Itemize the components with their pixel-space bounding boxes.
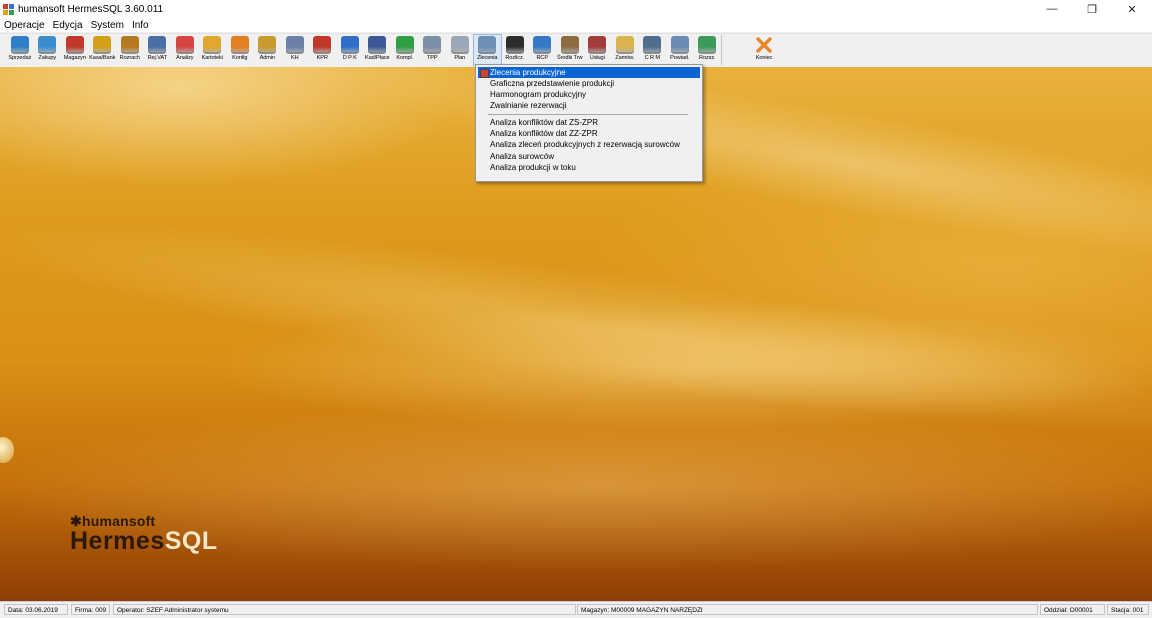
toolbar-button-label: Magazyn bbox=[63, 55, 86, 61]
zlecenia-dropdown-menu: Zlecenia produkcyjne Graficzna przedstaw… bbox=[475, 64, 703, 182]
toolbar-button-label: C R M bbox=[644, 55, 660, 61]
toolbar-button-label: Sprzedaż bbox=[8, 55, 32, 61]
globe-icon bbox=[698, 36, 717, 54]
abacus-icon bbox=[120, 36, 139, 54]
toolbar-button-label: Rej.VAT bbox=[147, 55, 167, 61]
status-bar: Data: 03.06.2019 Firma: 009 Operator: SZ… bbox=[0, 601, 1152, 618]
pie-chart-icon bbox=[175, 36, 194, 54]
cart-icon bbox=[38, 36, 57, 54]
toolbar-button-analizy[interactable]: Analizy bbox=[171, 35, 199, 65]
menu-item-konflikty-zz[interactable]: Analiza konfliktów dat ZZ-ZPR bbox=[478, 128, 700, 139]
production-icon bbox=[478, 36, 497, 54]
menu-item-zwalnianie[interactable]: Zwalnianie rezerwacji bbox=[478, 100, 700, 111]
fixed-assets-icon bbox=[560, 36, 579, 54]
status-firm: Firma: 009 bbox=[71, 604, 110, 615]
toolbar-button-magazyn[interactable]: Magazyn bbox=[61, 35, 89, 65]
menu-item-analiza-surowcow[interactable]: Analiza surowców bbox=[478, 151, 700, 162]
toolbar-button-usługi[interactable]: Usługi bbox=[584, 35, 612, 65]
tpp-icon bbox=[423, 36, 442, 54]
toolbar-button-label: Zamów. bbox=[615, 55, 635, 61]
clipboard-icon bbox=[615, 36, 634, 54]
app-logo-icon bbox=[3, 3, 14, 15]
kh-icon bbox=[285, 36, 304, 54]
toolbar-button-kh[interactable]: KH bbox=[281, 35, 309, 65]
toolbar-button-label: Analizy bbox=[176, 55, 194, 61]
toolbar-button-label: Usługi bbox=[589, 55, 605, 61]
menu-item-konflikty-zs[interactable]: Analiza konfliktów dat ZS-ZPR bbox=[478, 117, 700, 128]
toolbar-button-konfig[interactable]: Konfig bbox=[226, 35, 254, 65]
brand-logo: ✱humansoft HermesSQL bbox=[70, 513, 218, 556]
kpr-icon bbox=[313, 36, 332, 54]
side-handle[interactable] bbox=[0, 437, 14, 463]
status-operator: Operator: SZEF Administrator systemu bbox=[113, 604, 576, 615]
restore-button[interactable]: ❐ bbox=[1072, 0, 1112, 18]
forklift-icon bbox=[65, 36, 84, 54]
toolbar-button-powiad[interactable]: Powiad. bbox=[666, 35, 694, 65]
toolbar-button-zakupy[interactable]: Zakupy bbox=[34, 35, 62, 65]
menu-operacje[interactable]: Operacje bbox=[0, 20, 49, 31]
toolbar-button-zamów[interactable]: Zamów. bbox=[611, 35, 639, 65]
production-order-icon bbox=[480, 69, 489, 78]
sales-icon bbox=[10, 36, 29, 54]
exit-x-icon bbox=[755, 36, 773, 54]
toolbar-button-label: RCP bbox=[536, 55, 548, 61]
toolbar-button-label: Kasa/Bank bbox=[89, 55, 116, 61]
status-station: Stacja: 001 bbox=[1107, 604, 1149, 615]
toolbar-button-label: Rozsz. bbox=[699, 55, 716, 61]
close-button[interactable]: ✕ bbox=[1112, 0, 1152, 18]
status-branch: Oddział: O00001 bbox=[1040, 604, 1105, 615]
gear-icon bbox=[230, 36, 249, 54]
puzzle-icon bbox=[340, 36, 359, 54]
toolbar-button-label: Zakupy bbox=[38, 55, 57, 61]
menu-item-produkcja-w-toku[interactable]: Analiza produkcji w toku bbox=[478, 162, 700, 173]
toolbar-button-środki-trw[interactable]: Środki Trw bbox=[556, 35, 584, 65]
toolbar-button-sprzedaż[interactable]: Sprzedaż bbox=[6, 35, 34, 65]
menu-item-graficzna[interactable]: Graficzna przedstawienie produkcji bbox=[478, 78, 700, 89]
menu-item-analiza-zlecen[interactable]: Analiza zleceń produkcyjnych z rezerwacj… bbox=[478, 139, 700, 150]
checkered-flag-icon bbox=[505, 36, 524, 54]
vat-icon bbox=[148, 36, 167, 54]
toolbar-button-label: Środki Trw bbox=[557, 55, 583, 61]
toolbar-button-c-r-m[interactable]: C R M bbox=[639, 35, 667, 65]
toolbar-button-admin[interactable]: Admin bbox=[254, 35, 282, 65]
minimize-button[interactable]: — bbox=[1032, 0, 1072, 18]
title-bar: humansoft HermesSQL 3.60.011 — ❐ ✕ bbox=[0, 0, 1152, 18]
toolbar-button-rozsz[interactable]: Rozsz. bbox=[694, 35, 722, 65]
worker-icon bbox=[588, 36, 607, 54]
toolbar-button-label: KH bbox=[290, 55, 299, 61]
window-title: humansoft HermesSQL 3.60.011 bbox=[18, 3, 164, 15]
clock-icon bbox=[533, 36, 552, 54]
notify-icon bbox=[670, 36, 689, 54]
toolbar-button-label: Kartoteki bbox=[201, 55, 223, 61]
toolbar-button-label: Rozrach bbox=[119, 55, 140, 61]
menu-info[interactable]: Info bbox=[128, 20, 153, 31]
plan-icon bbox=[450, 36, 469, 54]
menu-edycja[interactable]: Edycja bbox=[49, 20, 87, 31]
money-bag-icon bbox=[93, 36, 112, 54]
toolbar-button-kasa-bank[interactable]: Kasa/Bank bbox=[89, 35, 117, 65]
menu-separator bbox=[488, 114, 688, 115]
status-date: Data: 03.06.2019 bbox=[4, 604, 68, 615]
crm-icon bbox=[643, 36, 662, 54]
menu-bar: Operacje Edycja System Info bbox=[0, 18, 1152, 32]
admin-icon bbox=[258, 36, 277, 54]
exit-label: Koniec bbox=[755, 55, 773, 61]
main-toolbar: Sprzedaż Zakupy Magazyn Kasa/Bank Rozrach Rej… bbox=[0, 33, 1152, 68]
status-warehouse: Magazyn: M00009 MAGAZYN NARZĘDZI bbox=[577, 604, 1038, 615]
menu-item-harmonogram[interactable]: Harmonogram produkcyjny bbox=[478, 89, 700, 100]
brand-hermessql: HermesSQL bbox=[70, 527, 218, 555]
exit-button[interactable]: Koniec bbox=[752, 35, 776, 65]
menu-system[interactable]: System bbox=[87, 20, 128, 31]
toolbar-button-rej-vat[interactable]: Rej.VAT bbox=[144, 35, 172, 65]
toolbar-button-label: Konfig bbox=[232, 55, 248, 61]
toolbar-button-label: Admin bbox=[259, 55, 275, 61]
toolbar-button-kartoteki[interactable]: Kartoteki bbox=[199, 35, 227, 65]
toolbar-button-rozrach[interactable]: Rozrach bbox=[116, 35, 144, 65]
folder-icon bbox=[203, 36, 222, 54]
toolbar-button-label: Powiad. bbox=[670, 55, 690, 61]
menu-item-zlecenia-produkcyjne[interactable]: Zlecenia produkcyjne bbox=[478, 67, 700, 78]
window-controls: — ❐ ✕ bbox=[1032, 0, 1152, 18]
